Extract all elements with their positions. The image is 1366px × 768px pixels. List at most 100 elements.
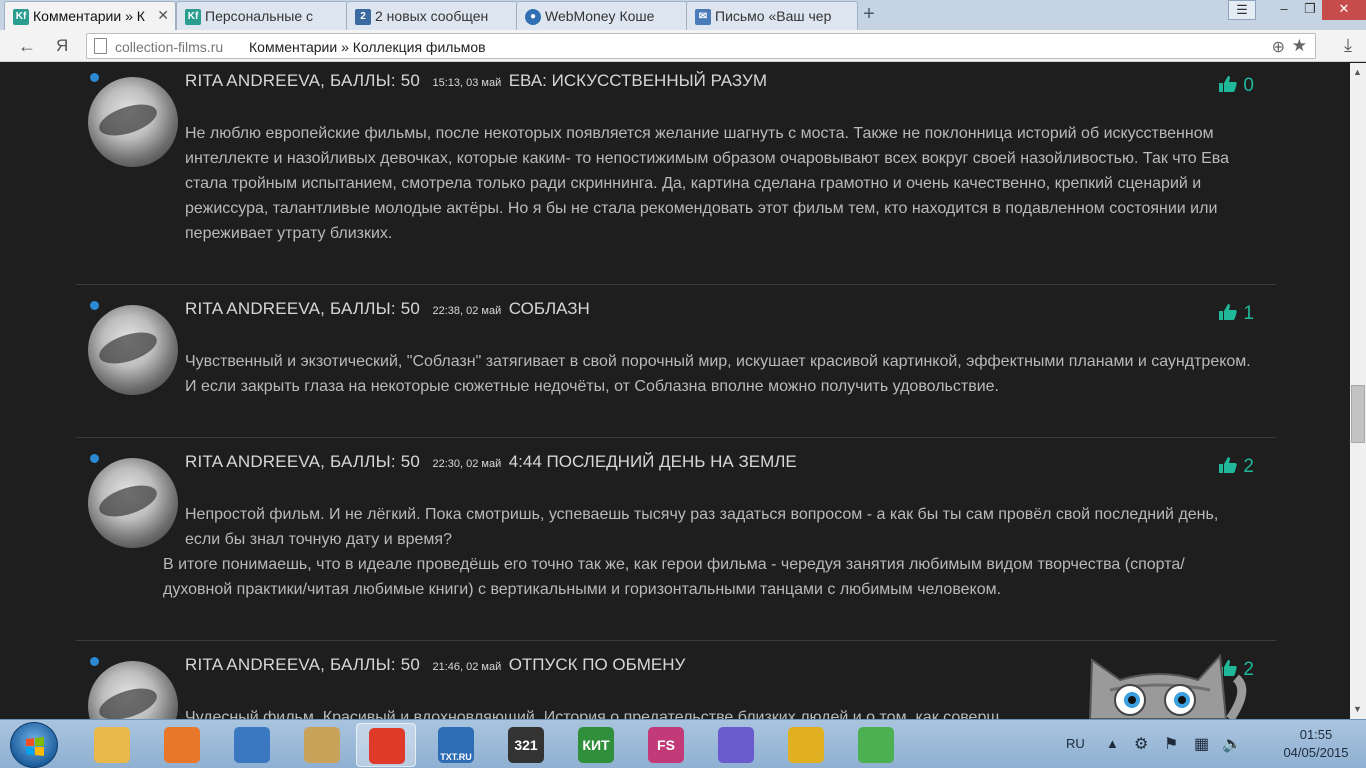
online-status-dot xyxy=(88,71,101,84)
like-button[interactable]: 1 xyxy=(1219,303,1254,325)
tab-title: 2 новых сообщен xyxy=(375,8,489,24)
language-indicator[interactable]: RU xyxy=(1066,736,1085,751)
clock[interactable]: 01:55 04/05/2015 xyxy=(1276,726,1356,762)
comment-paragraph: Непростой фильм. И не лёгкий. Пока смотр… xyxy=(185,506,1219,548)
taskbar-app-button[interactable] xyxy=(82,723,142,767)
comments-page: RITA ANDREEVA, БАЛЛЫ: 50 15:13, 03 май Е… xyxy=(0,63,1350,719)
taskbar-app-button[interactable] xyxy=(292,723,352,767)
comment-time: 22:30, 02 май xyxy=(432,458,502,470)
comment-header: RITA ANDREEVA, БАЛЛЫ: 50 22:30, 02 май 4… xyxy=(185,452,797,472)
scrollbar-thumb[interactable] xyxy=(1351,385,1365,443)
calendar-321-icon: 321 xyxy=(508,727,544,763)
like-count: 1 xyxy=(1243,303,1254,324)
tab-title: Персональные с xyxy=(205,8,314,24)
fs-icon: FS xyxy=(648,727,684,763)
tab-comments[interactable]: Kf Комментарии » К ✕ xyxy=(4,1,176,30)
comment-header: RITA ANDREEVA, БАЛЛЫ: 50 22:38, 02 май С… xyxy=(185,299,590,319)
taskbar-app-button[interactable]: 321 xyxy=(496,723,556,767)
explorer-icon xyxy=(94,727,130,763)
new-tab-button[interactable]: + xyxy=(858,4,880,26)
taskbar-app-button[interactable]: FS xyxy=(636,723,696,767)
paint-icon xyxy=(304,727,340,763)
restore-button[interactable]: ❐ xyxy=(1296,0,1324,20)
kf-favicon-icon: Kf xyxy=(13,9,29,25)
tab-personal[interactable]: Kf Персональные с xyxy=(176,1,348,30)
comment-author[interactable]: RITA ANDREEVA, БАЛЛЫ: 50 xyxy=(185,655,420,674)
yandex-button[interactable]: Я xyxy=(56,36,68,56)
comment-divider xyxy=(76,284,1276,285)
taskbar-app-button[interactable] xyxy=(222,723,282,767)
comment-paragraph: Чувственный и экзотический, "Соблазн" за… xyxy=(185,353,1251,395)
taskbar: TXT.RU 321 КИТ FS RU ▲ ⚙ ⚑ ▦ 🔈 01:55 04/05/… xyxy=(0,719,1366,768)
taskbar-app-button[interactable]: КИТ xyxy=(566,723,626,767)
like-count: 0 xyxy=(1243,75,1254,96)
comment-item: RITA ANDREEVA, БАЛЛЫ: 50 22:30, 02 май 4… xyxy=(76,452,1276,642)
comment-text: Непростой фильм. И не лёгкий. Пока смотр… xyxy=(163,502,1253,602)
clock-date: 04/05/2015 xyxy=(1283,745,1349,760)
flag-tray-icon[interactable]: ⚑ xyxy=(1164,734,1178,754)
picasa-icon xyxy=(718,727,754,763)
kf-favicon-icon: Kf xyxy=(185,9,201,25)
bookmark-star-icon[interactable]: ★ xyxy=(1292,36,1307,56)
comment-author[interactable]: RITA ANDREEVA, БАЛЛЫ: 50 xyxy=(185,71,420,90)
taskbar-app-button[interactable] xyxy=(846,723,906,767)
webmoney-globe-icon: ● xyxy=(525,9,541,25)
comment-header: RITA ANDREEVA, БАЛЛЫ: 50 15:13, 03 май Е… xyxy=(185,71,767,91)
taskbar-app-button[interactable] xyxy=(706,723,766,767)
tab-title: Комментарии » К xyxy=(33,8,145,24)
close-window-button[interactable]: ✕ xyxy=(1322,0,1366,20)
url-host: collection-films.ru xyxy=(115,39,224,55)
tab-strip: Kf Комментарии » К ✕ Kf Персональные с 2… xyxy=(0,0,1366,30)
comment-divider xyxy=(76,437,1276,438)
menu-button[interactable]: ☰ xyxy=(1228,0,1256,20)
comment-text: Чувственный и экзотический, "Соблазн" за… xyxy=(163,349,1253,399)
omnibox[interactable]: collection-films.ru Комментарии » Коллек… xyxy=(86,33,1316,59)
mail-2-favicon-icon: 2 xyxy=(355,9,371,25)
tab-title: WebMoney Коше xyxy=(545,8,655,24)
download-icon[interactable]: ⤓ xyxy=(1344,35,1352,56)
online-status-dot xyxy=(88,299,101,312)
address-bar: ← Я collection-films.ru Комментарии » Ко… xyxy=(0,30,1366,62)
clock-time: 01:55 xyxy=(1299,727,1333,742)
comment-film-title[interactable]: 4:44 ПОСЛЕДНИЙ ДЕНЬ НА ЗЕМЛЕ xyxy=(509,452,797,471)
comment-item: RITA ANDREEVA, БАЛЛЫ: 50 22:38, 02 май С… xyxy=(76,299,1276,439)
taskbar-app-button[interactable] xyxy=(152,723,212,767)
zoom-icon[interactable]: ⊕ xyxy=(1272,37,1285,57)
comment-film-title[interactable]: ЕВА: ИСКУССТВЕННЫЙ РАЗУМ xyxy=(509,71,767,90)
windows-logo-icon xyxy=(26,737,44,756)
tab-letter[interactable]: ✉ Письмо «Ваш чер xyxy=(686,1,858,30)
tab-messages[interactable]: 2 2 новых сообщен xyxy=(346,1,518,30)
thumbs-up-icon xyxy=(1219,304,1238,320)
taskbar-app-button[interactable] xyxy=(356,723,416,767)
scroll-down-icon[interactable]: ▼ xyxy=(1353,704,1362,714)
comment-author[interactable]: RITA ANDREEVA, БАЛЛЫ: 50 xyxy=(185,299,420,318)
tab-title: Письмо «Ваш чер xyxy=(715,8,832,24)
comment-time: 22:38, 02 май xyxy=(432,305,502,317)
comment-header: RITA ANDREEVA, БАЛЛЫ: 50 21:46, 02 май О… xyxy=(185,655,685,675)
comment-film-title[interactable]: ОТПУСК ПО ОБМЕНУ xyxy=(509,655,686,674)
volume-tray-icon[interactable]: 🔈 xyxy=(1222,734,1242,754)
close-tab-icon[interactable]: ✕ xyxy=(157,7,169,24)
like-button[interactable]: 0 xyxy=(1219,75,1254,97)
comment-author[interactable]: RITA ANDREEVA, БАЛЛЫ: 50 xyxy=(185,452,420,471)
qip-icon xyxy=(234,727,270,763)
thumbs-up-icon xyxy=(1219,457,1238,473)
like-button[interactable]: 2 xyxy=(1219,456,1254,478)
tab-webmoney[interactable]: ● WebMoney Коше xyxy=(516,1,688,30)
cat-sticker-icon[interactable] xyxy=(1080,650,1250,719)
comment-film-title[interactable]: СОБЛАЗН xyxy=(509,299,590,318)
taskbar-app-button[interactable]: TXT.RU xyxy=(426,723,486,767)
network-tray-icon[interactable]: ▦ xyxy=(1194,734,1209,754)
back-button[interactable]: ← xyxy=(18,36,36,57)
comment-text: Чудесный фильм. Красивый и вдохновляющий… xyxy=(163,705,1063,719)
comment-paragraph: В итоге понимаешь, что в идеале проведёш… xyxy=(163,556,1185,598)
scroll-up-icon[interactable]: ▲ xyxy=(1353,67,1362,77)
tray-expand-icon[interactable]: ▲ xyxy=(1106,736,1119,751)
envelope-icon: ✉ xyxy=(695,9,711,25)
page-scrollbar[interactable]: ▲ ▼ xyxy=(1350,63,1366,719)
taskbar-app-button[interactable] xyxy=(776,723,836,767)
start-button[interactable] xyxy=(10,722,58,768)
antivirus-tray-icon[interactable]: ⚙ xyxy=(1134,734,1148,754)
comment-divider xyxy=(76,640,1276,641)
minimize-button[interactable]: – xyxy=(1270,0,1298,20)
